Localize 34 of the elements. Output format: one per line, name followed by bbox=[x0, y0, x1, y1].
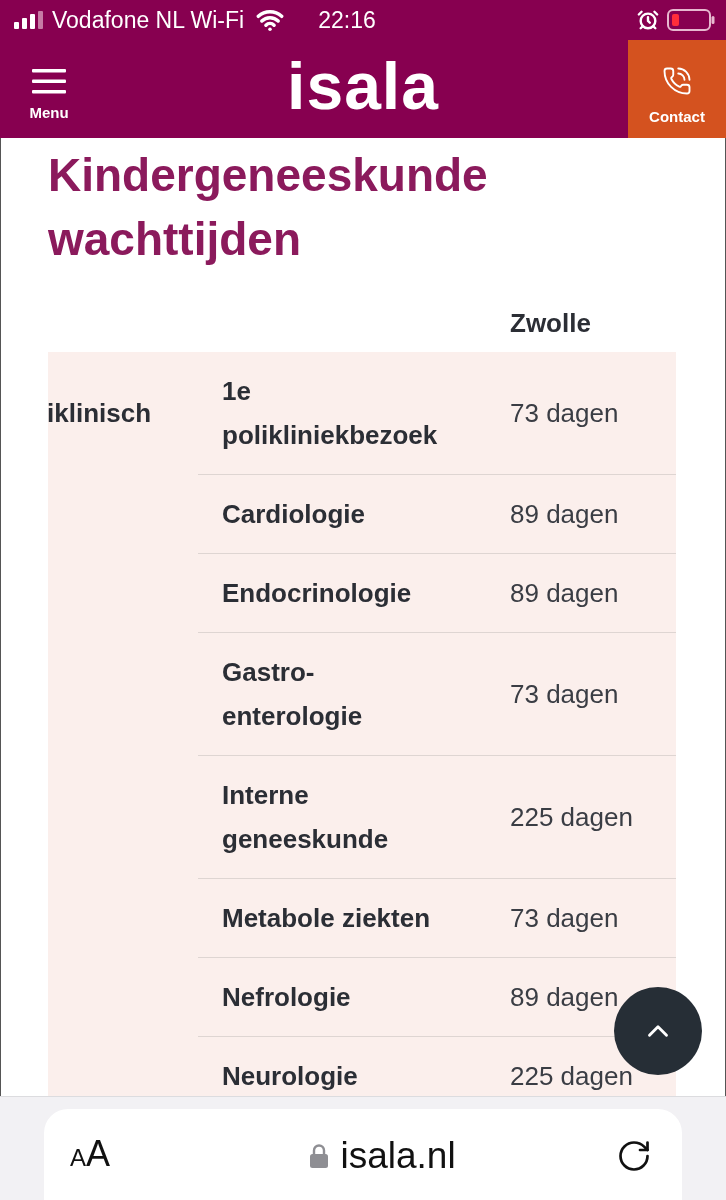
table-cell-text: iklinisch bbox=[47, 397, 153, 430]
table-cell-text: Neurologie bbox=[222, 1060, 359, 1093]
table-cell-text: Metabole ziekten bbox=[222, 902, 432, 935]
table-cell-text: 73 dagen bbox=[510, 902, 619, 935]
battery-icon bbox=[667, 9, 715, 31]
phone-icon bbox=[662, 66, 692, 96]
url-text: isala.nl bbox=[340, 1134, 456, 1178]
table-cell-text: Nefrologie bbox=[222, 981, 352, 1014]
table-cell-text: 89 dagen bbox=[510, 981, 619, 1014]
lock-icon bbox=[310, 1144, 329, 1168]
table-cell-text: 89 dagen bbox=[510, 498, 619, 531]
address-bar[interactable]: AA isala.nl bbox=[44, 1109, 682, 1200]
site-logo[interactable]: isala bbox=[287, 53, 439, 125]
table-cell-text: Endocrinologie bbox=[222, 577, 413, 610]
status-time: 22:16 bbox=[318, 6, 376, 34]
table-cell-text: 225 dagen bbox=[510, 1060, 633, 1093]
contact-button[interactable]: Contact bbox=[628, 40, 726, 138]
table-cell-text: 89 dagen bbox=[510, 577, 619, 610]
column-header: Zwolle bbox=[509, 307, 591, 340]
carrier-name: Vodafone NL Wi-Fi bbox=[52, 6, 245, 34]
table-cell-text: 225 dagen bbox=[510, 801, 633, 834]
menu-icon bbox=[32, 68, 66, 94]
menu-button[interactable]: Menu bbox=[0, 40, 98, 138]
table-cell-text: 73 dagen bbox=[510, 678, 619, 711]
table-cell-text: Cardiologie bbox=[222, 498, 366, 531]
table-cell-text: Interne geneeskunde bbox=[222, 779, 390, 856]
signal-icon bbox=[14, 11, 44, 29]
reload-icon[interactable] bbox=[616, 1138, 652, 1174]
table-cell-text: 73 dagen bbox=[510, 397, 619, 430]
page-title: Kindergeneeskunde wachttijden bbox=[48, 148, 489, 267]
text-size-button[interactable]: AA bbox=[70, 1134, 111, 1178]
alarm-icon bbox=[637, 9, 659, 31]
table-cell-text: 1e polikliniekbezoek bbox=[222, 375, 439, 452]
table-cell-text: Gastro-enterologie bbox=[222, 656, 364, 733]
